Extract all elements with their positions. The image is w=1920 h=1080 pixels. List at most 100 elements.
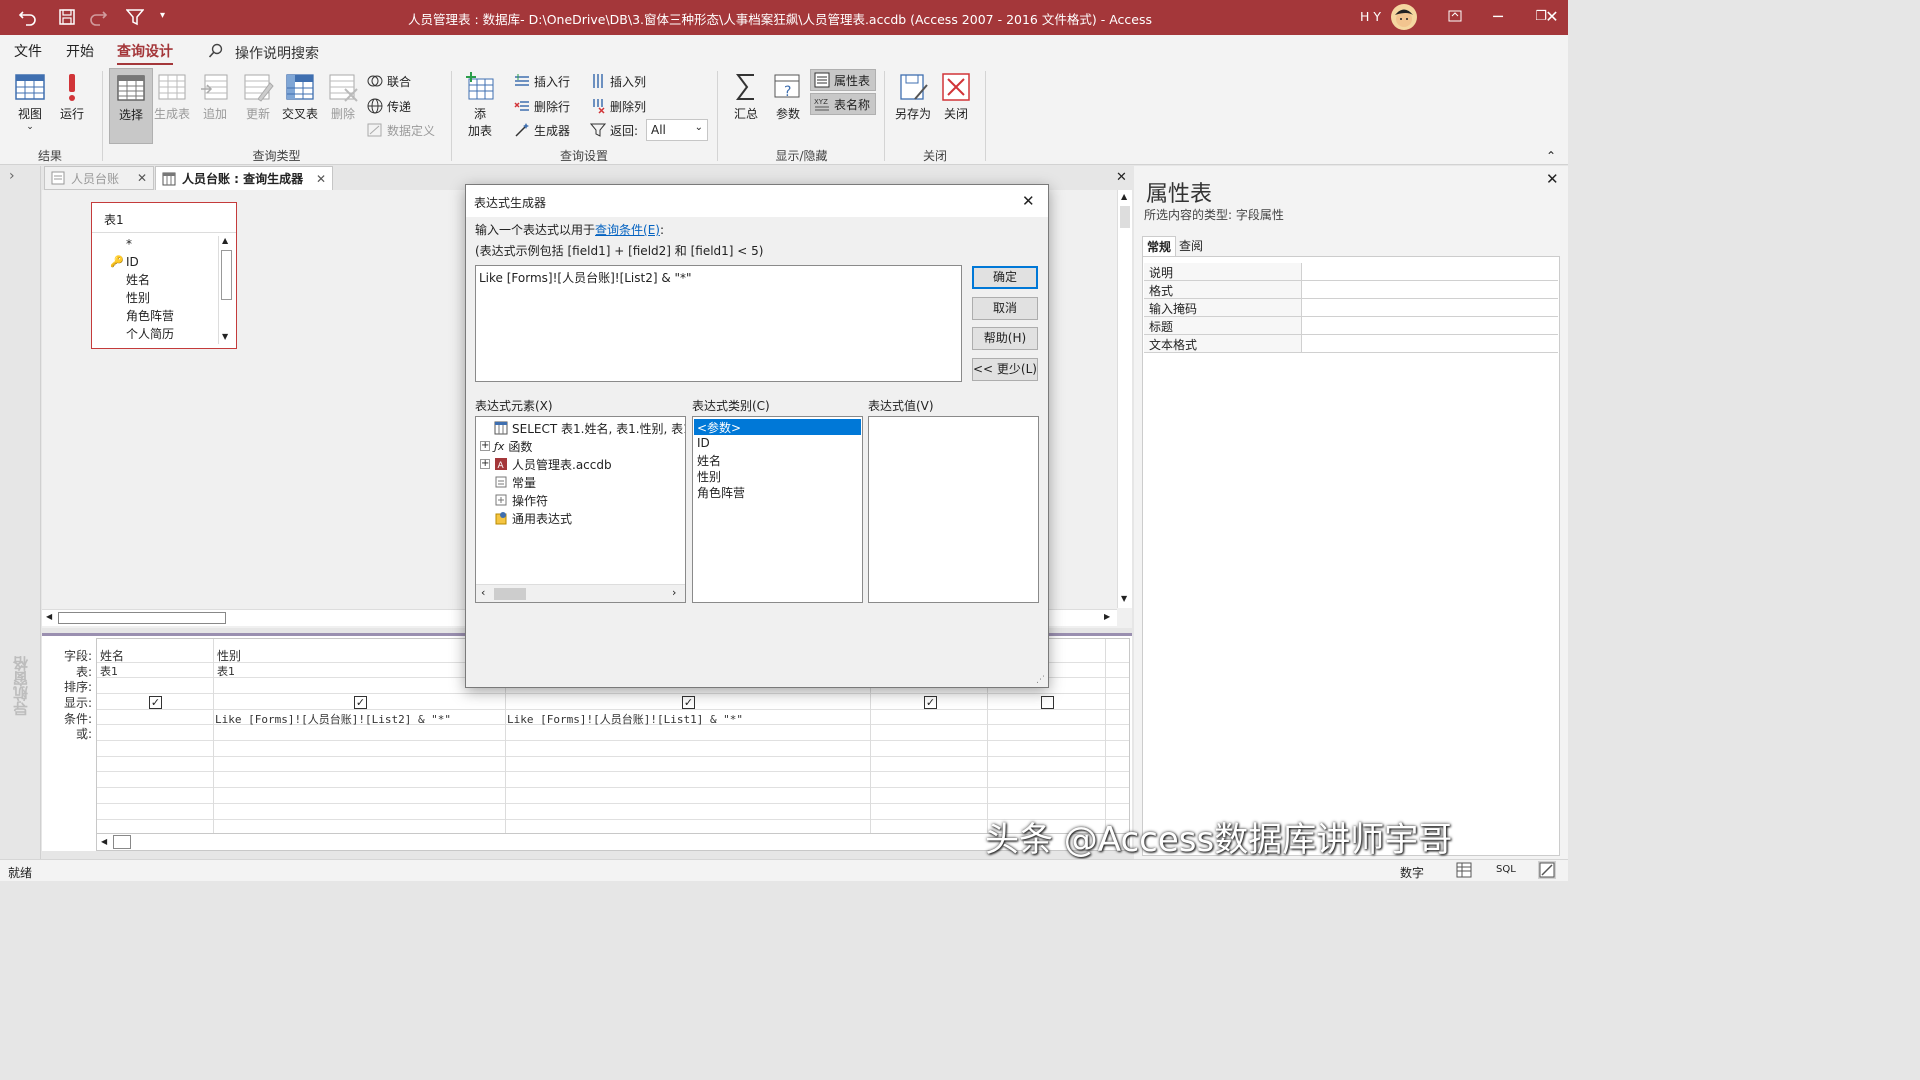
minimize-icon[interactable]: ─ [1478, 6, 1518, 28]
run-button[interactable]: 运行 [50, 71, 94, 122]
dialog-close-icon[interactable]: ✕ [1022, 192, 1035, 210]
datasheet-view-icon[interactable] [1456, 862, 1472, 878]
scroll-down-icon[interactable]: ▼ [1121, 594, 1127, 603]
property-row[interactable]: 格式 [1144, 281, 1558, 299]
insert-columns-button[interactable]: 插入列 [590, 70, 646, 92]
field-item[interactable]: * [92, 235, 236, 253]
field-list-title[interactable]: 表1 [92, 203, 236, 233]
expand-icon[interactable]: + [480, 441, 490, 451]
crosstab-button[interactable]: 交叉表 [278, 71, 322, 122]
tree-item-common-expressions[interactable]: 通用表达式 [494, 509, 572, 527]
grid-criteria-cell[interactable]: Like [Forms]![人员台账]![List1] & "*" [507, 711, 743, 727]
tree-item-database[interactable]: + A 人员管理表.accdb [480, 455, 612, 473]
resize-grip-icon[interactable]: ⋰ [1036, 675, 1045, 685]
undo-icon[interactable] [18, 8, 38, 26]
tree-item-operators[interactable]: 操作符 [494, 491, 548, 509]
show-checkbox[interactable]: ✓ [924, 696, 937, 709]
scroll-left-icon[interactable]: ◀ [101, 837, 107, 846]
property-row[interactable]: 输入掩码 [1144, 299, 1558, 317]
scroll-thumb[interactable] [494, 588, 526, 600]
field-item[interactable]: 🔑 ID [92, 253, 236, 271]
expression-values-list[interactable] [868, 416, 1039, 603]
save-as-button[interactable]: 另存为 [891, 71, 935, 122]
property-row[interactable]: 说明 [1144, 263, 1558, 281]
scroll-thumb[interactable] [1120, 206, 1130, 228]
tree-item-query[interactable]: SELECT 表1.姓名, 表1.性别, 表1 [494, 419, 685, 437]
tab-form-personnel[interactable]: 人员台账 ✕ [44, 166, 154, 190]
tab-close-icon[interactable]: ✕ [137, 171, 147, 185]
show-checkbox[interactable]: ✓ [682, 696, 695, 709]
category-item[interactable]: ID [697, 436, 710, 450]
customize-qat-icon[interactable]: ▾ [160, 10, 165, 21]
tab-file[interactable]: 文件 [14, 41, 42, 61]
category-item[interactable]: 性别 [697, 468, 721, 485]
grid-table-cell[interactable]: 表1 [217, 663, 235, 679]
ok-button[interactable]: 确定 [972, 266, 1038, 289]
delete-columns-button[interactable]: 删除列 [590, 95, 646, 117]
field-item[interactable]: 性别 [92, 289, 236, 307]
elements-horizontal-scrollbar[interactable]: ‹ › [476, 584, 685, 602]
view-button[interactable]: 视图 ⌄ [8, 71, 52, 132]
tab-query-builder[interactable]: 人员台账 : 查询生成器 ✕ [155, 166, 333, 190]
tell-me-search[interactable]: 操作说明搜索 [235, 43, 319, 63]
expand-icon[interactable]: + [480, 459, 490, 469]
scroll-right-icon[interactable]: ▶ [1104, 612, 1110, 621]
help-button[interactable]: 帮助(H) [972, 327, 1038, 350]
tab-home[interactable]: 开始 [66, 41, 94, 61]
nav-pane-label[interactable]: 导航窗格 [10, 656, 30, 716]
expand-nav-icon[interactable]: › [9, 168, 15, 184]
insert-rows-button[interactable]: 插入行 [514, 70, 570, 92]
show-checkbox[interactable]: ✓ [354, 696, 367, 709]
delete-query-button[interactable]: 删除 [321, 71, 365, 122]
expression-textbox[interactable]: Like [Forms]![人员台账]![List2] & "*" [475, 265, 962, 382]
grid-field-cell[interactable]: 姓名 [100, 647, 124, 664]
passthrough-button[interactable]: 传递 [367, 95, 411, 117]
scroll-left-icon[interactable]: ◀ [46, 612, 52, 621]
table-names-button[interactable]: XYZ 表名称 [810, 93, 876, 115]
builder-button[interactable]: 生成器 [514, 119, 570, 141]
field-item[interactable]: 角色阵营 [92, 307, 236, 325]
filter-icon[interactable] [126, 8, 144, 26]
scroll-left-icon[interactable]: ‹ [481, 586, 485, 599]
select-query-button[interactable]: 选择 [109, 68, 153, 144]
data-definition-button[interactable]: 数据定义 [367, 119, 435, 141]
tree-item-functions[interactable]: + ƒx 函数 [480, 437, 532, 455]
scroll-down-icon[interactable]: ▼ [222, 332, 228, 341]
append-button[interactable]: 追加 [193, 71, 237, 122]
property-row[interactable]: 文本格式 [1144, 335, 1558, 353]
return-select[interactable]: All ⌄ [646, 119, 708, 141]
ribbon-display-icon[interactable] [1435, 6, 1475, 28]
tree-item-constants[interactable]: 常量 [494, 473, 536, 491]
field-item[interactable]: 姓名 [92, 271, 236, 289]
collapse-ribbon-icon[interactable]: ⌃ [1546, 149, 1556, 163]
avatar[interactable] [1391, 4, 1417, 30]
parameters-button[interactable]: ? 参数 [766, 71, 810, 122]
redo-icon[interactable] [88, 8, 108, 26]
property-sheet-button[interactable]: 属性表 [810, 69, 876, 91]
save-icon[interactable] [58, 8, 76, 26]
design-view-icon[interactable] [1538, 861, 1556, 879]
cancel-button[interactable]: 取消 [972, 297, 1038, 320]
grid-criteria-cell[interactable]: Like [Forms]![人员台账]![List2] & "*" [215, 711, 451, 727]
property-row[interactable]: 标题 [1144, 317, 1558, 335]
scroll-thumb[interactable] [58, 612, 226, 624]
scroll-thumb[interactable] [221, 250, 232, 300]
expression-elements-list[interactable]: SELECT 表1.姓名, 表1.性别, 表1 + ƒx 函数 + A 人员管理… [475, 416, 686, 603]
category-item[interactable]: 姓名 [697, 452, 721, 469]
scroll-thumb[interactable] [113, 835, 131, 849]
table-field-list[interactable]: 表1 * 🔑 ID 姓名 性别 角色阵营 个人简历 ▲ ▼ [91, 202, 237, 349]
close-property-sheet-icon[interactable]: ✕ [1546, 170, 1559, 188]
close-document-icon[interactable]: ✕ [1116, 170, 1127, 185]
expression-categories-list[interactable]: <参数> ID 姓名 性别 角色阵营 [692, 416, 863, 603]
grid-horizontal-scrollbar[interactable]: ◀ [96, 833, 1130, 851]
add-tables-button[interactable]: 添 加表 [458, 71, 502, 139]
update-button[interactable]: 更新 [236, 71, 280, 122]
tab-query-design[interactable]: 查询设计 [117, 41, 173, 65]
show-checkbox[interactable] [1041, 696, 1054, 709]
category-item[interactable]: 角色阵营 [697, 484, 745, 501]
delete-rows-button[interactable]: 删除行 [514, 95, 570, 117]
field-list-scrollbar[interactable]: ▲ ▼ [218, 236, 234, 344]
sql-view-button[interactable]: SQL [1496, 864, 1516, 875]
window-close-icon[interactable]: ✕ [1536, 6, 1568, 28]
tab-general[interactable]: 常规 [1142, 236, 1176, 256]
